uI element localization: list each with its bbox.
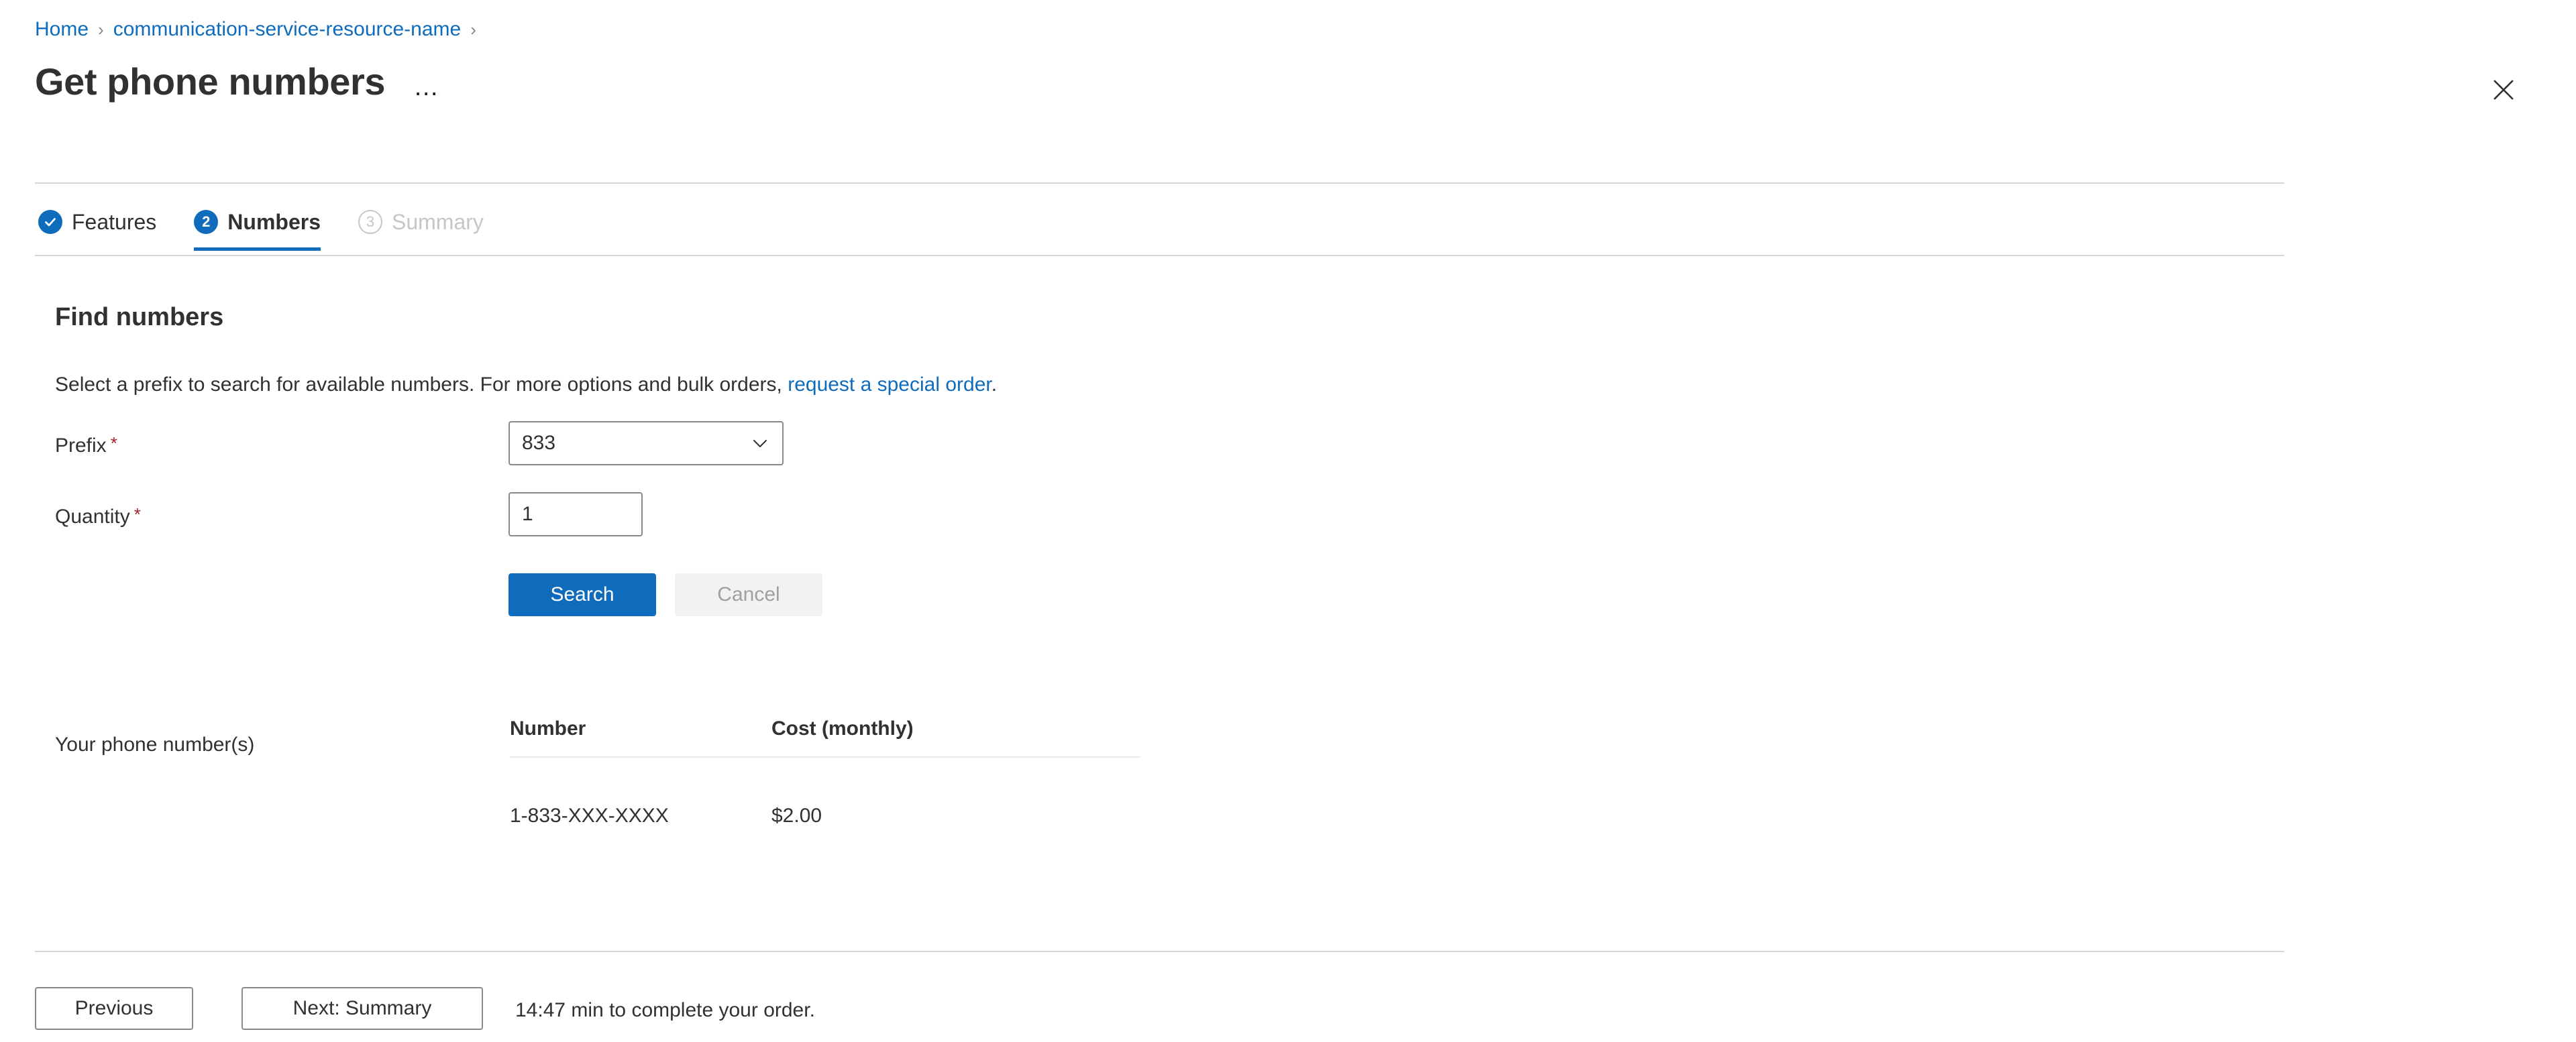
check-circle-icon [38,210,62,234]
get-phone-numbers-blade: Home › communication-service-resource-na… [0,0,2576,1042]
divider-above-tabs [35,182,2284,184]
table-header-row: Number Cost (monthly) [510,716,1140,758]
prefix-select[interactable]: 833 [508,421,784,465]
tab-numbers[interactable]: 2 Numbers [194,193,335,251]
tab-summary-label: Summary [391,210,484,234]
title-row: Get phone numbers … [35,59,444,105]
tab-features[interactable]: Features [38,193,171,251]
column-header-cost: Cost (monthly) [771,717,914,740]
next-summary-button[interactable]: Next: Summary [241,987,483,1030]
section-description-text: Select a prefix to search for available … [55,373,788,396]
step-number-badge: 2 [194,210,219,234]
page-title: Get phone numbers [35,60,386,103]
active-tab-indicator [194,247,321,251]
breadcrumb-item-resource[interactable]: communication-service-resource-name [113,17,462,42]
cell-number: 1-833-XXX-XXXX [510,805,669,827]
cell-cost: $2.00 [771,805,822,827]
close-icon [2491,78,2516,102]
wizard-tabs: Features 2 Numbers 3 Summary [38,193,521,255]
tab-summary[interactable]: 3 Summary [358,193,498,251]
chevron-down-icon [750,433,770,453]
divider-below-tabs [35,255,2284,256]
required-marker: * [110,433,117,453]
required-marker: * [133,504,141,524]
tab-numbers-label: Numbers [227,210,321,234]
previous-button[interactable]: Previous [35,987,193,1030]
step-number-badge: 3 [358,210,382,234]
breadcrumb-item-home[interactable]: Home [35,17,89,42]
section-description: Select a prefix to search for available … [55,371,997,398]
results-label: Your phone number(s) [55,734,255,756]
section-description-tail: . [991,373,998,396]
quantity-input[interactable] [508,492,643,536]
tab-features-label: Features [72,210,157,234]
cancel-button: Cancel [675,573,822,616]
section-heading-find-numbers: Find numbers [55,303,224,331]
search-button[interactable]: Search [508,573,656,616]
more-options-icon[interactable]: … [409,74,444,100]
chevron-right-icon: › [470,19,476,40]
divider-above-footer [35,951,2284,952]
chevron-right-icon: › [98,19,104,40]
prefix-label: Prefix * [55,433,117,459]
results-table: Number Cost (monthly) 1-833-XXX-XXXX $2.… [510,716,1140,829]
table-row: 1-833-XXX-XXXX $2.00 [510,758,1140,829]
column-header-number: Number [510,717,586,740]
prefix-select-value: 833 [522,432,556,454]
order-timer-note: 14:47 min to complete your order. [515,999,815,1021]
close-button[interactable] [2486,72,2521,107]
prefix-label-text: Prefix [55,435,107,457]
quantity-label: Quantity * [55,504,141,530]
breadcrumb: Home › communication-service-resource-na… [35,17,486,42]
quantity-label-text: Quantity [55,506,130,528]
request-special-order-link[interactable]: request a special order [788,373,991,396]
